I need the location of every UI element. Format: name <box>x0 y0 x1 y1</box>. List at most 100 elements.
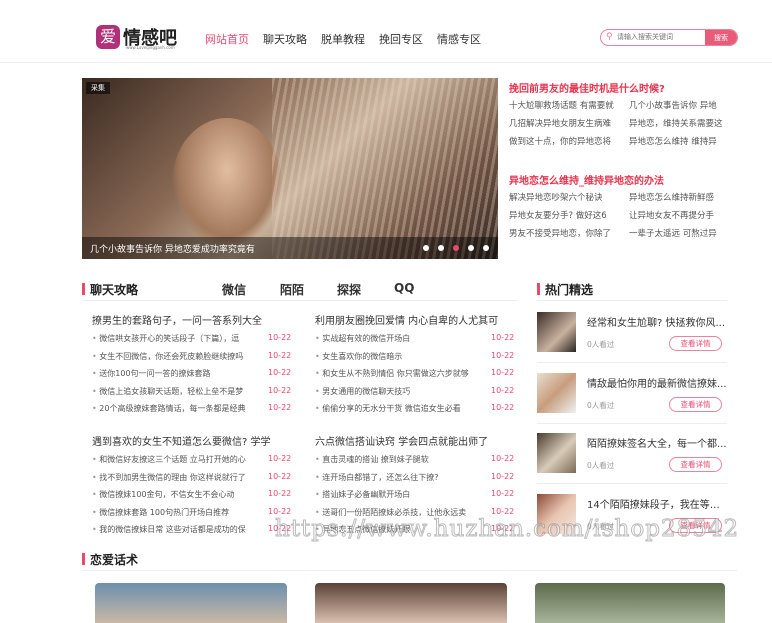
right-article-title[interactable]: 挽回前男友的最佳时机是什么时候? <box>509 80 665 95</box>
right-article-link[interactable]: 解决异地恋吵架六个秘诀 <box>509 191 621 203</box>
view-details-button[interactable]: 查看详情 <box>669 457 722 472</box>
list-item-link[interactable]: 连开场白都错了，还怎么往下撩? <box>315 472 480 483</box>
list-item-date: 10-22 <box>268 454 292 463</box>
hot-title[interactable]: 14个陌陌撩妹段子，我在等风... <box>587 496 727 511</box>
nav-recover[interactable]: 挽回专区 <box>379 31 423 47</box>
tab-momo[interactable]: 陌陌 <box>280 281 304 298</box>
tab-wechat[interactable]: 微信 <box>222 281 246 298</box>
list-group-title[interactable]: 六点微信搭讪诀窍 学会四点就能出师了 <box>315 433 488 448</box>
right-article-link[interactable]: 做到这十点，你的异地恋将 <box>509 135 621 147</box>
list-item-date: 10-22 <box>268 368 292 377</box>
slide-dot[interactable] <box>483 245 489 251</box>
right-article-link[interactable]: 十大尬聊救场话题 有需要就 <box>509 99 621 111</box>
list-item-date: 10-22 <box>491 403 515 412</box>
search-input[interactable] <box>617 30 707 45</box>
banner-tag: 采集 <box>86 82 110 94</box>
list-item-link[interactable]: 偷偷分享的无水分干货 微信追女生必看 <box>315 403 480 414</box>
right-article-link[interactable]: 异地恋，维持关系需要这 <box>629 117 741 129</box>
right-article-link[interactable]: 让异地女友不再提分手 <box>629 209 741 221</box>
right-article-link[interactable]: 几个小故事告诉你 异地 <box>629 99 741 111</box>
divider <box>537 362 727 363</box>
list-item-date: 10-22 <box>491 350 515 360</box>
list-item-link[interactable]: 女生喜欢你的微信暗示 <box>315 351 480 362</box>
nav-home[interactable]: 网站首页 <box>205 31 249 47</box>
hot-title[interactable]: 陌陌撩妹签名大全，每一个都... <box>587 435 727 450</box>
list-item-date: 10-22 <box>491 471 515 481</box>
list-item-link[interactable]: 实战超有效的微信开场白 <box>315 333 480 344</box>
divider <box>537 300 727 301</box>
nav-chat[interactable]: 聊天攻略 <box>263 31 307 47</box>
right-article-link[interactable]: 一辈子太遥远 可熬过异 <box>629 227 741 239</box>
list-item-date: 10-22 <box>491 385 515 395</box>
list-item-date: 10-22 <box>268 506 292 516</box>
list-item-link[interactable]: 微信哄女孩开心的笑话段子（下篇），逗 <box>92 333 257 344</box>
article-card-image[interactable] <box>535 583 725 623</box>
right-article-link[interactable]: 男友不接受异地恋，你除了 <box>509 227 621 239</box>
list-group-title[interactable]: 遇到喜欢的女生不知道怎么要微信? 学学 <box>92 433 271 448</box>
divider <box>537 483 727 484</box>
list-item-link[interactable]: 我的微信撩妹日常 这些对话都是成功的保 <box>92 524 257 535</box>
list-item-date: 10-22 <box>268 350 292 360</box>
hot-thumbnail[interactable] <box>537 312 576 352</box>
list-item-link[interactable]: 微信上追女孩聊天话题，轻松上垒不是梦 <box>92 386 257 397</box>
article-card-image[interactable] <box>95 583 287 623</box>
list-item-link[interactable]: 20个高级撩妹套路情话，每一条都是经典 <box>92 403 257 414</box>
list-item-link[interactable]: 男女通用的微信聊天技巧 <box>315 386 480 397</box>
list-item-date: 10-22 <box>268 489 292 498</box>
slide-dot[interactable] <box>438 245 444 251</box>
slide-dot[interactable] <box>423 245 429 251</box>
right-article-title[interactable]: 异地恋怎么维持_维持异地恋的办法 <box>509 172 664 187</box>
list-item-date: 10-22 <box>268 385 292 395</box>
view-count: 0人看过 <box>587 461 615 470</box>
section-title-chat: 聊天攻略 <box>82 281 138 298</box>
list-item-link[interactable]: 微信撩妹100金句，不信女生不会心动 <box>92 489 257 500</box>
list-group-title[interactable]: 利用朋友圈挽回爱情 内心自卑的人尤其可 <box>315 312 498 327</box>
nav-emotion[interactable]: 情感专区 <box>437 31 481 47</box>
divider <box>82 300 517 301</box>
list-item-link[interactable]: 微信撩妹套路 100句热门开场白推荐 <box>92 507 257 518</box>
list-item-date: 10-22 <box>491 506 515 516</box>
search-box: ⚲ 搜索 <box>600 29 738 46</box>
view-details-button[interactable]: 查看详情 <box>669 396 722 412</box>
search-button[interactable]: 搜索 <box>705 30 737 45</box>
list-item-link[interactable]: 送你100句一问一答的撩妹套路 <box>92 368 257 379</box>
right-article-link[interactable]: 异地女友要分手? 做好这6 <box>509 209 621 221</box>
right-article-link[interactable]: 异地恋怎么维持 维持异 <box>629 135 741 147</box>
view-count: 0人看过 <box>587 400 615 410</box>
tab-qq[interactable]: QQ <box>394 281 414 295</box>
list-item-link[interactable]: 和微信好友撩这三个话题 立马打开她的心 <box>92 454 257 465</box>
list-item-date: 10-22 <box>268 471 292 481</box>
nav-single[interactable]: 脱单教程 <box>321 31 365 47</box>
list-item-link[interactable]: 和女生从不熟到情侣 你只需做这六步就够 <box>315 368 480 379</box>
right-article-link[interactable]: 异地恋怎么维持新鲜感 <box>629 191 741 203</box>
list-item-link[interactable]: 搭讪妹子必备幽默开场白 <box>315 489 480 500</box>
hot-thumbnail[interactable] <box>537 433 576 473</box>
banner-slider[interactable]: 采集 几个小故事告诉你 异地恋爱成功率究竟有 <box>82 78 498 259</box>
hot-thumbnail[interactable] <box>537 372 576 413</box>
right-article-link[interactable]: 几招解决异地女朋友生病难 <box>509 117 621 129</box>
banner-caption[interactable]: 几个小故事告诉你 异地恋爱成功率究竟有 <box>90 242 255 255</box>
list-item-link[interactable]: 直击灵魂的搭讪 撩到妹子腿软 <box>315 454 480 465</box>
section-title-love: 恋爱话术 <box>82 551 138 568</box>
search-icon: ⚲ <box>606 32 613 42</box>
list-item-date: 10-22 <box>491 454 515 463</box>
tab-tantan[interactable]: 探探 <box>337 281 361 298</box>
logo-icon[interactable]: 爱 <box>96 25 120 49</box>
list-group-title[interactable]: 撩男生的套路句子，一问一答系列大全 <box>92 312 262 327</box>
list-item-date: 10-22 <box>491 368 515 377</box>
banner-caption-bar: 几个小故事告诉你 异地恋爱成功率究竟有 <box>82 237 498 259</box>
site-header: 爱 情感吧 www.Loveqingganh.com 网站首页 聊天攻略 脱单教… <box>0 0 772 63</box>
hot-title[interactable]: 经常和女生尬聊? 快拯救你风... <box>587 314 727 329</box>
divider <box>537 422 727 424</box>
slide-dot-active[interactable] <box>453 245 459 251</box>
hot-title[interactable]: 情敌最怕你用的最新微信撩妹... <box>587 375 727 390</box>
view-count: 0人看过 <box>587 340 615 349</box>
banner-veil <box>272 78 498 259</box>
view-details-button[interactable]: 查看详情 <box>669 336 722 351</box>
list-item-link[interactable]: 找不到加男生微信的理由 你这样说就行了 <box>92 472 257 483</box>
section-title-hot: 热门精选 <box>537 281 593 298</box>
list-item-date: 10-22 <box>491 489 515 498</box>
article-card-image[interactable] <box>315 583 507 623</box>
slide-dot[interactable] <box>468 245 474 251</box>
list-item-link[interactable]: 女生不回微信，你还会死皮赖脸继续撩吗 <box>92 351 257 362</box>
